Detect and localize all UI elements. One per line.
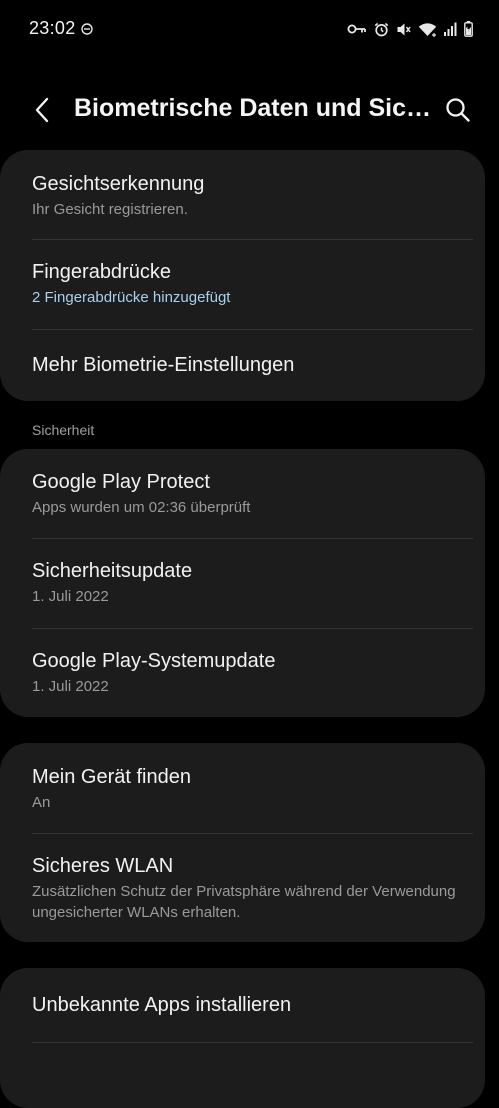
mute-icon: [396, 22, 411, 37]
wifi-icon: [418, 22, 437, 37]
signal-icon: [444, 22, 457, 36]
item-title: Fingerabdrücke: [32, 261, 171, 283]
status-icons: [347, 20, 473, 38]
item-title: Sicherheitsupdate: [32, 560, 193, 582]
item-subtitle: An: [32, 794, 51, 811]
item-title: Google Play Protect: [32, 471, 210, 493]
item-subtitle: 1. Juli 2022: [32, 588, 109, 605]
app-header: Biometrische Daten und Sicherheit: [0, 80, 499, 140]
next-item-partial[interactable]: [0, 1042, 485, 1108]
item-subtitle: Apps wurden um 02:36 überprüft: [32, 499, 251, 516]
battery-icon: [464, 21, 473, 37]
item-title: Mehr Biometrie-Einstellungen: [32, 354, 295, 376]
search-button[interactable]: [440, 92, 476, 128]
item-subtitle: Ihr Gesicht registrieren.: [32, 201, 188, 218]
device-card: Mein Gerät finden An Sicheres WLAN Zusät…: [0, 743, 485, 942]
face-recognition-item[interactable]: Gesichtserkennung Ihr Gesicht registrier…: [0, 150, 485, 239]
fingerprints-item[interactable]: Fingerabdrücke 2 Fingerabdrücke hinzugef…: [0, 239, 485, 329]
item-title: Gesichtserkennung: [32, 173, 205, 195]
item-subtitle: Zusätzlichen Schutz der Privatsphäre wäh…: [32, 883, 456, 921]
page-title: Biometrische Daten und Sicherheit: [74, 94, 436, 122]
item-title: Sicheres WLAN: [32, 855, 174, 877]
apps-card: Unbekannte Apps installieren: [0, 968, 485, 1108]
security-update-item[interactable]: Sicherheitsupdate 1. Juli 2022: [0, 538, 485, 628]
google-play-protect-item[interactable]: Google Play Protect Apps wurden um 02:36…: [0, 449, 485, 538]
back-button[interactable]: [24, 90, 60, 130]
item-title: Google Play-Systemupdate: [32, 650, 276, 672]
find-my-device-item[interactable]: Mein Gerät finden An: [0, 743, 485, 833]
alarm-icon: [374, 22, 389, 37]
section-label-security: Sicherheit: [32, 422, 95, 438]
back-arrow-icon: [35, 97, 49, 123]
status-time: 23:02: [29, 18, 76, 38]
do-not-disturb-icon: [81, 22, 93, 35]
item-title: Mein Gerät finden: [32, 766, 191, 788]
security-card: Google Play Protect Apps wurden um 02:36…: [0, 449, 485, 717]
status-bar: 23:02: [0, 0, 499, 60]
search-icon: [446, 98, 470, 122]
item-title: Unbekannte Apps installieren: [32, 994, 292, 1016]
biometrics-card: Gesichtserkennung Ihr Gesicht registrier…: [0, 150, 485, 401]
install-unknown-apps-item[interactable]: Unbekannte Apps installieren: [0, 968, 485, 1042]
item-subtitle: 1. Juli 2022: [32, 678, 109, 695]
google-play-system-update-item[interactable]: Google Play-Systemupdate 1. Juli 2022: [0, 628, 485, 717]
vpn-key-icon: [347, 23, 367, 35]
secure-wifi-item[interactable]: Sicheres WLAN Zusätzlichen Schutz der Pr…: [0, 833, 485, 942]
item-subtitle: 2 Fingerabdrücke hinzugefügt: [32, 289, 231, 306]
more-biometrics-item[interactable]: Mehr Biometrie-Einstellungen: [0, 329, 485, 401]
